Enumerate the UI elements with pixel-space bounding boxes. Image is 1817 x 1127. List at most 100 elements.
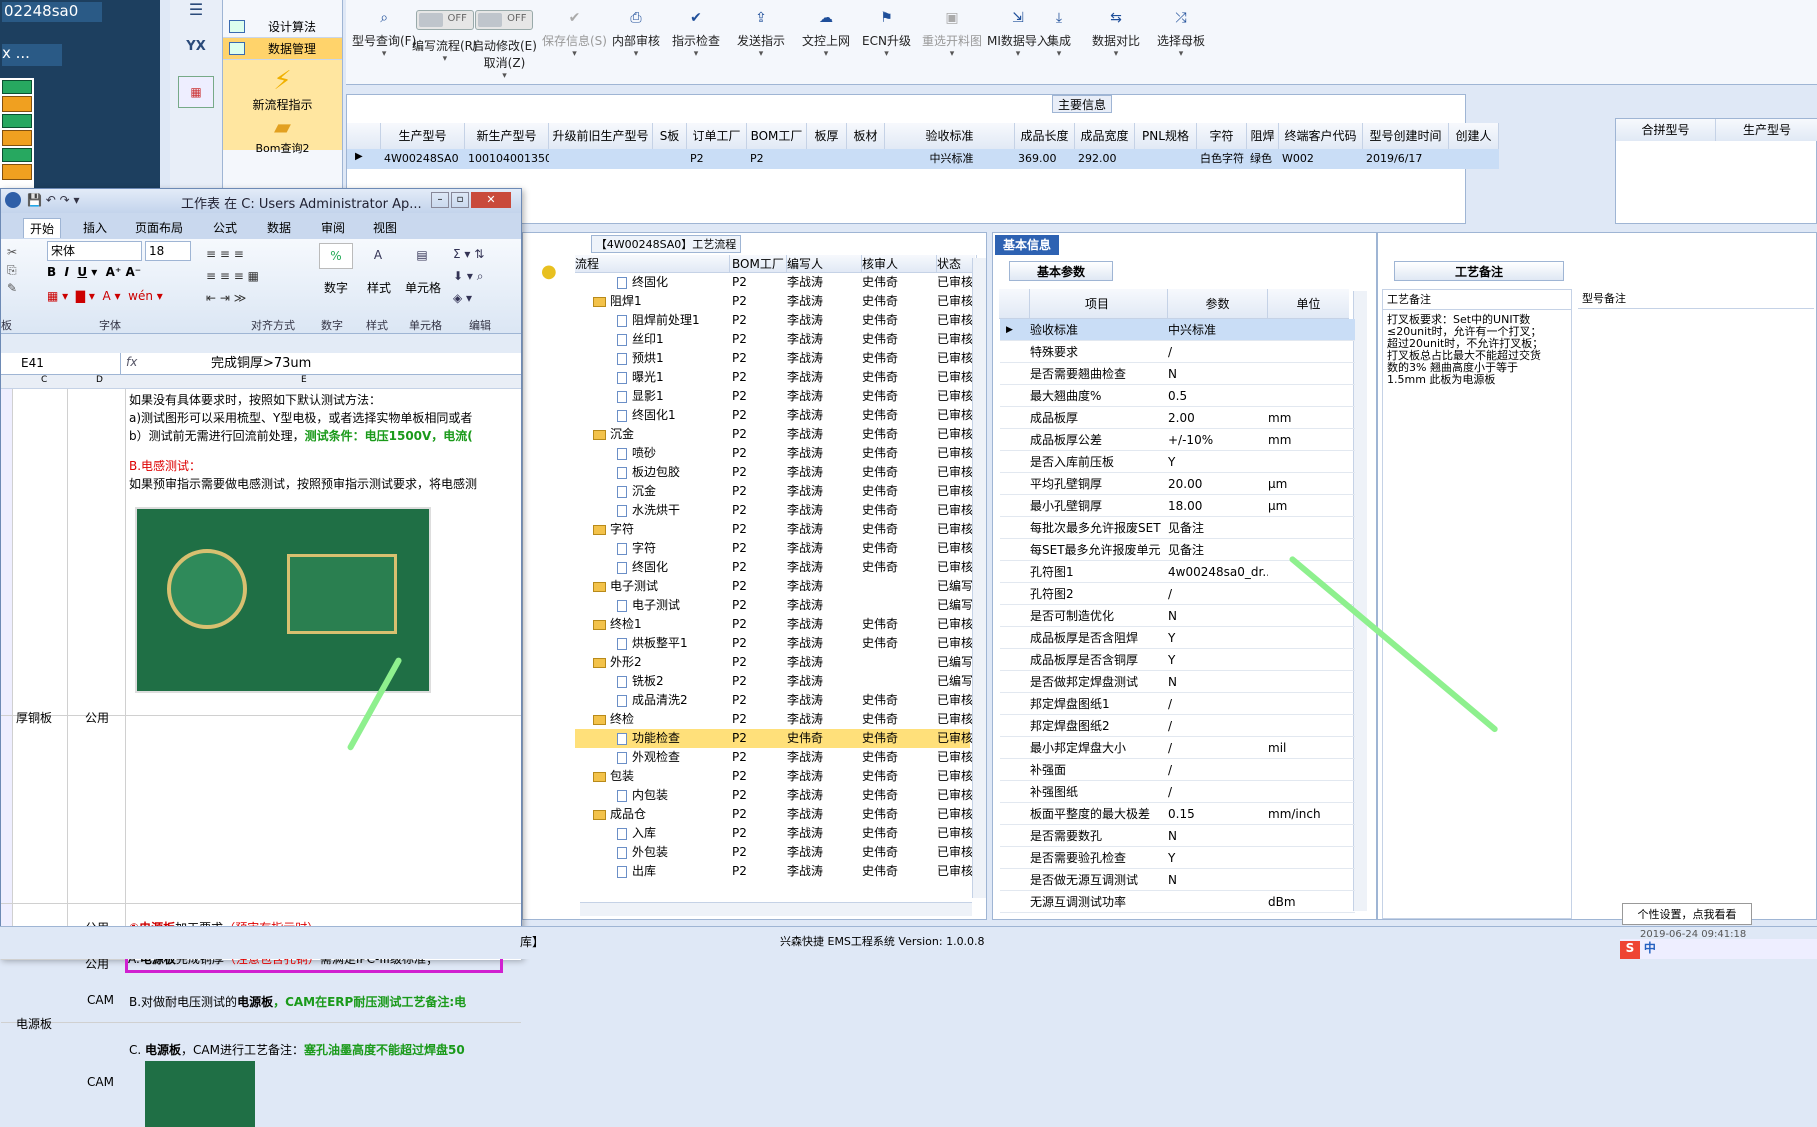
param-value[interactable]: / — [1168, 341, 1268, 363]
maximize-icon[interactable]: ▫ — [451, 192, 469, 208]
dropdown-arrow-icon[interactable]: ▾ — [1157, 49, 1205, 59]
row-cell[interactable]: 白色字符 — [1197, 149, 1247, 169]
toolbar-button-9[interactable]: ▣ 重选开料图 ▾ — [922, 10, 982, 59]
styles-icon[interactable]: A — [363, 243, 393, 269]
param-value[interactable]: / — [1168, 759, 1268, 781]
toolbar-button-7[interactable]: ☁ 文控上网 ▾ — [802, 10, 850, 59]
col-param[interactable]: 参数 — [1167, 289, 1267, 319]
process-row[interactable]: 电子测试 P2 李战涛 已编写 — [575, 577, 972, 596]
param-value[interactable]: / — [1168, 583, 1268, 605]
col-header[interactable]: 成品长度 — [1015, 123, 1075, 149]
row-cell[interactable] — [807, 149, 847, 169]
col-header[interactable]: PNL规格 — [1135, 123, 1197, 149]
toolbar-button-2[interactable]: OFF 启动修改(E) 取消(Z) ▾ — [472, 10, 537, 81]
ribbon-tab[interactable]: 数据 — [261, 218, 297, 237]
col-header[interactable]: 创建人 — [1449, 123, 1499, 149]
ime-bar[interactable]: S 中 — [1620, 939, 1817, 959]
dropdown-arrow-icon[interactable]: ▾ — [1047, 49, 1071, 59]
param-value[interactable]: +/-10% — [1168, 429, 1268, 451]
dropdown-arrow-icon[interactable]: ▾ — [922, 49, 982, 59]
col-header[interactable]: 成品宽度 — [1075, 123, 1135, 149]
process-row[interactable]: 沉金 P2 李战涛 史伟奇 已审核 — [575, 482, 972, 501]
process-col-header[interactable]: 状态 — [937, 255, 977, 273]
toolbar-button-8[interactable]: ⚑ ECN升级 ▾ — [862, 10, 911, 59]
toggle-switch[interactable]: OFF — [475, 10, 534, 30]
param-row[interactable]: 补强面 / — [1000, 759, 1355, 781]
param-value[interactable]: Y — [1168, 847, 1268, 869]
process-row[interactable]: 终固化 P2 李战涛 史伟奇 已审核 — [575, 273, 972, 292]
col-header[interactable]: 生产型号 — [381, 123, 465, 149]
ribbon-tab[interactable]: 开始 — [23, 218, 62, 238]
process-row[interactable]: 曝光1 P2 李战涛 史伟奇 已审核 — [575, 368, 972, 387]
office-button-icon[interactable] — [5, 192, 21, 208]
close-icon[interactable]: ✕ — [471, 192, 511, 208]
ribbon-tab[interactable]: 页面布局 — [129, 218, 189, 237]
row-cell[interactable]: 绿色 — [1247, 149, 1279, 169]
col-header[interactable]: 字符 — [1197, 123, 1247, 149]
param-row[interactable]: 补强图纸 / — [1000, 781, 1355, 803]
align-buttons[interactable]: ≡ ≡ ≡ ≡ ≡ ≡ ▦ ⇤ ⇥ ≫ — [206, 243, 259, 309]
editing-icons[interactable]: Σ ▾ ⇅ ⬇ ▾ ⌕ ◈ ▾ — [453, 243, 484, 309]
dropdown-arrow-icon[interactable]: ▾ — [542, 49, 607, 59]
row-cell[interactable] — [549, 149, 653, 169]
param-row[interactable]: 是否需要验孔检查 Y — [1000, 847, 1355, 869]
row-cell[interactable]: 2019/6/17 — [1363, 149, 1449, 169]
param-row[interactable]: 成品板厚是否含铜厚 Y — [1000, 649, 1355, 671]
toolbar-button-3[interactable]: ✔ 保存信息(S) ▾ — [542, 10, 607, 59]
process-row[interactable]: 铣板2 P2 李战涛 已编写 — [575, 672, 972, 691]
process-row[interactable]: 出库 P2 李战涛 史伟奇 已审核 — [575, 862, 972, 881]
param-value[interactable]: Y — [1168, 451, 1268, 473]
param-row[interactable]: 成品板厚 2.00 mm — [1000, 407, 1355, 429]
tab-process-remark[interactable]: 工艺备注 — [1394, 261, 1564, 281]
param-row[interactable]: 是否做无源互调测试 N — [1000, 869, 1355, 891]
param-row[interactable]: 无源互调测试功率 dBm — [1000, 891, 1355, 913]
param-row[interactable]: 是否需要数孔 N — [1000, 825, 1355, 847]
process-row[interactable]: 入库 P2 李战涛 史伟奇 已审核 — [575, 824, 972, 843]
cells-button[interactable]: 单元格 — [401, 279, 445, 296]
toolbar-button-11[interactable]: ⤓ 集成 ▾ — [1047, 10, 1071, 59]
nav-item-data-management[interactable]: 数据管理 — [223, 38, 342, 60]
param-value[interactable]: N — [1168, 825, 1268, 847]
process-col-header[interactable]: 编写人 — [787, 255, 862, 273]
param-value[interactable]: 20.00 — [1168, 473, 1268, 495]
ribbon-tab[interactable]: 公式 — [207, 218, 243, 237]
param-row[interactable]: 最大翘曲度% 0.5 — [1000, 385, 1355, 407]
process-row[interactable]: 电子测试 P2 李战涛 已编写 — [575, 596, 972, 615]
process-row[interactable]: 烘板整平1 P2 李战涛 史伟奇 已审核 — [575, 634, 972, 653]
toolbar-button-12[interactable]: ⇆ 数据对比 ▾ — [1092, 10, 1140, 59]
dropdown-arrow-icon[interactable]: ▾ — [737, 49, 785, 59]
col-header[interactable]: 验收标准 — [885, 123, 1015, 149]
param-row[interactable]: 邦定焊盘图纸1 / — [1000, 693, 1355, 715]
param-value[interactable]: 4w00248sa0_dr... — [1168, 561, 1268, 583]
toolbar-button-6[interactable]: ⇪ 发送指示 ▾ — [737, 10, 785, 59]
process-row[interactable]: 预烘1 P2 李战涛 史伟奇 已审核 — [575, 349, 972, 368]
param-value[interactable]: N — [1168, 671, 1268, 693]
param-value[interactable]: 见备注 — [1168, 539, 1268, 561]
process-row[interactable]: 外观检查 P2 李战涛 史伟奇 已审核 — [575, 748, 972, 767]
param-row[interactable]: 最小孔壁铜厚 18.00 μm — [1000, 495, 1355, 517]
font-name-select[interactable]: 宋体 — [47, 241, 142, 261]
process-row[interactable]: 水洗烘干 P2 李战涛 史伟奇 已审核 — [575, 501, 972, 520]
col-header[interactable]: 型号创建时间 — [1363, 123, 1449, 149]
col-header[interactable]: 订单工厂 — [687, 123, 747, 149]
menu-icon[interactable]: ☰ — [170, 0, 222, 22]
row-cell[interactable]: 10010400135084 — [465, 149, 549, 169]
process-row[interactable]: 字符 P2 李战涛 史伟奇 已审核 — [575, 520, 972, 539]
col-c[interactable]: C — [41, 375, 47, 385]
dropdown-arrow-icon[interactable]: ▾ — [802, 49, 850, 59]
lightning-icon[interactable]: ⚡ — [223, 66, 342, 96]
col-header[interactable]: 新生产型号 — [465, 123, 549, 149]
process-scrollbar[interactable] — [972, 258, 986, 898]
row-cell[interactable]: 4W00248SA0 — [381, 149, 465, 169]
col-header[interactable]: BOM工厂 — [747, 123, 807, 149]
row-cell[interactable]: P2 — [747, 149, 807, 169]
fx-icon[interactable]: fx — [126, 355, 137, 369]
col-prod-model[interactable]: 生产型号 — [1716, 119, 1817, 141]
dropdown-arrow-icon[interactable]: ▾ — [612, 49, 660, 59]
param-row[interactable]: 成品板厚公差 +/-10% mm — [1000, 429, 1355, 451]
toolbar-button-1[interactable]: OFF 编写流程(R) ▾ — [412, 10, 478, 64]
param-value[interactable]: N — [1168, 869, 1268, 891]
param-value[interactable]: 0.15 — [1168, 803, 1268, 825]
minimize-icon[interactable]: – — [431, 192, 449, 208]
row-cell[interactable]: 369.00 — [1015, 149, 1075, 169]
